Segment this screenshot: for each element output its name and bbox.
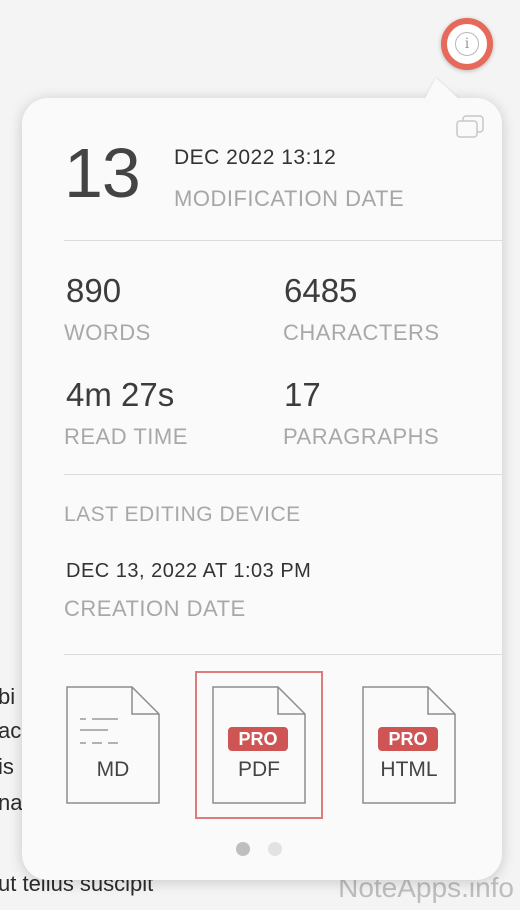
note-info-popover: 13 DEC 2022 13:12 MODIFICATION DATE 890 …	[22, 98, 502, 880]
export-format-label: PDF	[238, 758, 280, 781]
modification-date-value: DEC 2022 13:12	[174, 146, 337, 169]
export-format-label: HTML	[380, 758, 438, 781]
paragraphs-label: PARAGRAPHS	[283, 424, 440, 449]
last-editing-device-label: LAST EDITING DEVICE	[64, 503, 301, 526]
info-icon: i	[455, 32, 479, 56]
background-note-line: na	[0, 790, 23, 815]
page-dot[interactable]	[268, 842, 282, 856]
pro-badge: PRO	[378, 727, 438, 751]
creation-date-value: DEC 13, 2022 AT 1:03 PM	[66, 560, 312, 582]
divider	[64, 474, 502, 475]
divider	[64, 654, 502, 655]
pro-badge: PRO	[228, 727, 288, 751]
background-note-line: ac	[0, 718, 22, 743]
background-note-line: is	[0, 754, 14, 779]
paragraphs-value: 17	[284, 376, 321, 413]
characters-value: 6485	[284, 272, 358, 309]
export-format-label: MD	[96, 758, 130, 781]
copy-icon[interactable]	[454, 114, 488, 140]
export-md-button[interactable]: MD	[66, 686, 160, 804]
characters-label: CHARACTERS	[283, 320, 440, 345]
export-html-button[interactable]: PRO HTML	[362, 686, 456, 804]
info-button[interactable]: i	[441, 18, 493, 70]
page-indicator[interactable]	[236, 842, 282, 856]
creation-date-label: CREATION DATE	[64, 596, 246, 621]
words-value: 890	[66, 272, 122, 309]
modification-day: 13	[64, 134, 141, 212]
popover-arrow	[424, 78, 460, 100]
words-label: WORDS	[64, 320, 151, 345]
divider	[64, 240, 502, 241]
text-lines-icon	[80, 718, 118, 744]
read-time-label: READ TIME	[64, 424, 188, 449]
modification-date-label: MODIFICATION DATE	[174, 186, 405, 211]
page-dot-active[interactable]	[236, 842, 250, 856]
export-pdf-button[interactable]: PRO PDF	[212, 686, 306, 804]
background-note-line: bi	[0, 684, 16, 709]
read-time-value: 4m 27s	[66, 376, 175, 413]
